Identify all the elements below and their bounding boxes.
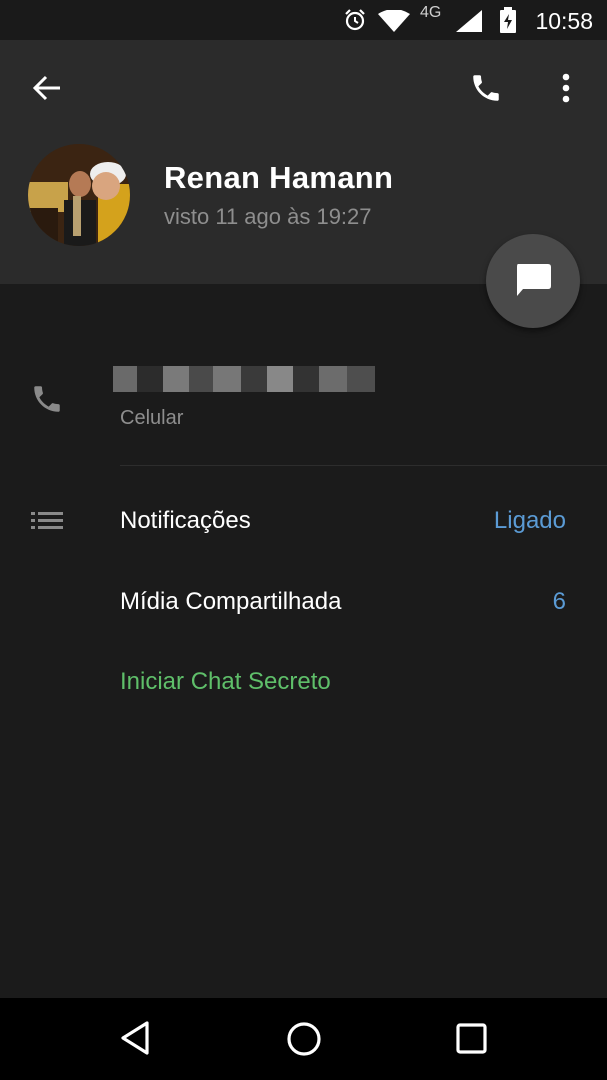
send-message-button[interactable] <box>486 234 580 328</box>
clock: 10:58 <box>535 8 593 34</box>
last-seen-status: visto 11 ago às 19:27 <box>164 204 372 229</box>
contact-avatar[interactable] <box>28 144 130 246</box>
network-type: 4G <box>420 4 442 21</box>
home-nav-icon[interactable] <box>286 1021 322 1062</box>
wifi-icon <box>378 9 410 37</box>
back-nav-icon[interactable] <box>119 1020 151 1061</box>
phone-number-redacted[interactable] <box>113 366 375 392</box>
alarm-icon <box>343 8 367 37</box>
navigation-bar <box>0 998 607 1080</box>
shared-media-label[interactable]: Mídia Compartilhada <box>120 588 341 616</box>
shared-media-count[interactable]: 6 <box>553 588 566 616</box>
phone-icon <box>30 382 64 421</box>
contact-name: Renan Hamann <box>164 160 394 195</box>
divider <box>120 465 607 466</box>
more-options-icon[interactable] <box>562 73 570 108</box>
phone-call-icon[interactable] <box>469 71 503 110</box>
message-icon <box>517 264 551 296</box>
battery-charging-icon <box>500 7 516 38</box>
notifications-label[interactable]: Notificações <box>120 507 251 535</box>
list-icon <box>31 512 63 535</box>
notifications-status[interactable]: Ligado <box>494 507 566 535</box>
back-arrow-icon[interactable] <box>32 74 62 107</box>
start-secret-chat[interactable]: Iniciar Chat Secreto <box>120 668 331 696</box>
phone-type-label: Celular <box>120 407 184 429</box>
signal-icon <box>456 10 482 37</box>
recents-nav-icon[interactable] <box>456 1023 488 1060</box>
status-bar: 4G 10:58 <box>0 0 607 40</box>
